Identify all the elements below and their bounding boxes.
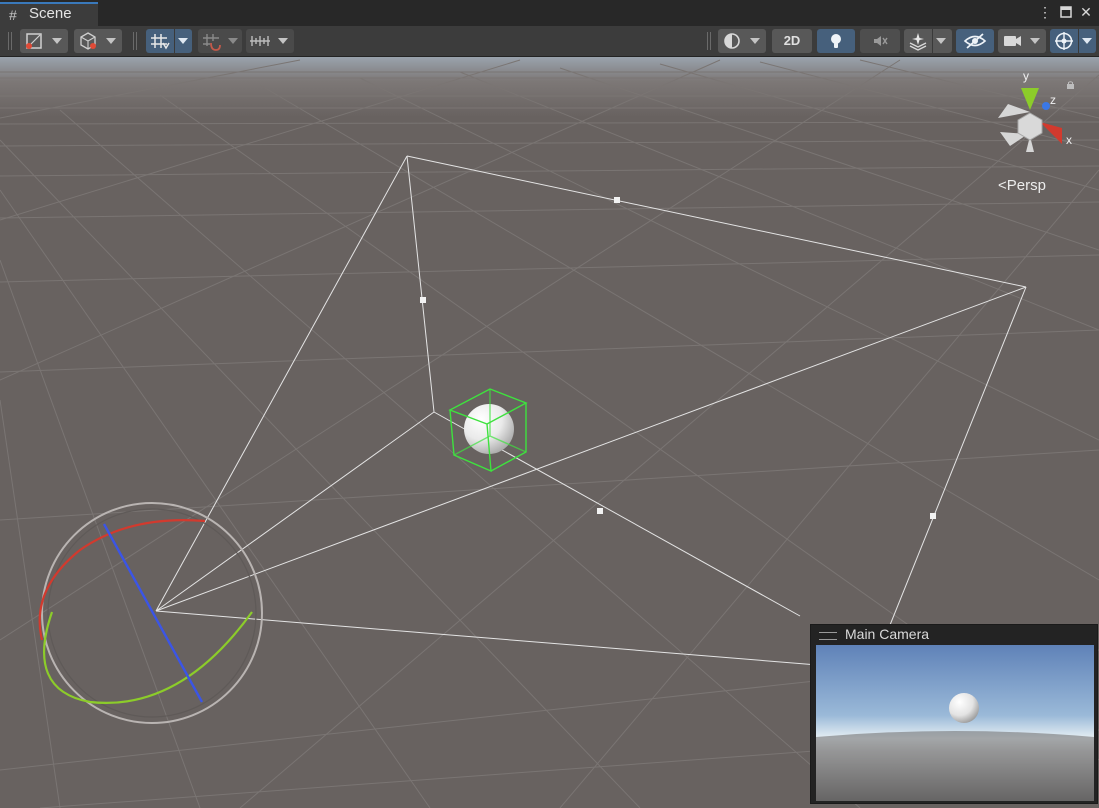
camera-preview-render [816, 645, 1094, 801]
scene-visibility-toggle[interactable] [956, 29, 994, 53]
increment-snap-dropdown[interactable] [198, 29, 242, 53]
axis-x-label: x [1066, 133, 1072, 147]
close-icon[interactable]: ✕ [1077, 3, 1095, 21]
2d-label: 2D [783, 33, 801, 48]
tab-bar: # Scene ⋮ ✕ [0, 0, 1099, 26]
axis-z-label: z [1050, 93, 1056, 107]
chevron-down-icon [1082, 38, 1092, 44]
camera-preview-overlay[interactable]: Main Camera [810, 624, 1098, 804]
camera-icon [1004, 36, 1021, 46]
chevron-down-icon [278, 38, 288, 44]
camera-dropdown[interactable] [998, 29, 1046, 53]
chevron-down-icon [228, 38, 238, 44]
lightbulb-icon [831, 34, 841, 48]
eye-hidden-icon [963, 33, 987, 49]
chevron-down-icon [750, 38, 760, 44]
grid-snap-icon [151, 34, 170, 50]
scene-viewport[interactable]: y z x <Persp Main Camera [0, 57, 1099, 808]
tab-scene[interactable]: # Scene [0, 2, 98, 26]
draw-mode-dropdown[interactable] [20, 29, 68, 53]
selection-bounds [448, 388, 528, 473]
cube-gizmo-icon [80, 32, 96, 50]
axis-y-label: y [1023, 69, 1029, 83]
chevron-down-icon [936, 38, 946, 44]
snap-increment-icon [203, 34, 221, 51]
effects-layers-icon [909, 33, 927, 51]
maximize-icon[interactable] [1057, 3, 1075, 21]
chevron-down-icon [52, 38, 62, 44]
gizmo-globe-icon [1055, 32, 1073, 50]
2d-toggle[interactable]: 2D [772, 29, 812, 53]
globe-shading-icon [724, 33, 740, 49]
chevron-down-icon [106, 38, 116, 44]
lighting-toggle[interactable] [817, 29, 855, 53]
ruler-icon [250, 36, 270, 46]
projection-label: Persp [1006, 177, 1046, 194]
ruler-dropdown[interactable] [246, 29, 294, 53]
shaded-mode-icon [26, 33, 42, 49]
drag-handle-icon[interactable] [819, 632, 837, 640]
chevron-down-icon [1030, 38, 1040, 44]
chevron-down-icon [178, 38, 188, 44]
toolbar-grip[interactable] [8, 32, 12, 50]
grid-snapping-dropdown[interactable] [146, 29, 192, 53]
camera-render-image [816, 645, 1094, 801]
rotation-gizmo[interactable] [38, 502, 263, 724]
render-mode-dropdown[interactable] [74, 29, 122, 53]
toolbar-grip[interactable] [707, 32, 711, 50]
tab-label: Scene [29, 5, 72, 22]
scene-toolbar: 2D [0, 26, 1099, 57]
more-menu-icon[interactable]: ⋮ [1036, 3, 1054, 21]
draw-mode-toggle[interactable] [718, 29, 766, 53]
projection-toggle[interactable]: <Persp [998, 177, 1046, 194]
toolbar-grip[interactable] [133, 32, 137, 50]
frustum-handles[interactable] [420, 197, 936, 519]
camera-preview-title: Main Camera [845, 626, 930, 642]
audio-toggle[interactable] [860, 29, 900, 53]
lock-icon[interactable] [1066, 81, 1075, 89]
effects-dropdown[interactable] [904, 29, 952, 53]
grid-hash-icon: # [9, 7, 17, 23]
speaker-muted-icon [874, 36, 888, 46]
gizmos-dropdown[interactable] [1050, 29, 1096, 53]
chevron-left-icon: < [998, 177, 1007, 194]
